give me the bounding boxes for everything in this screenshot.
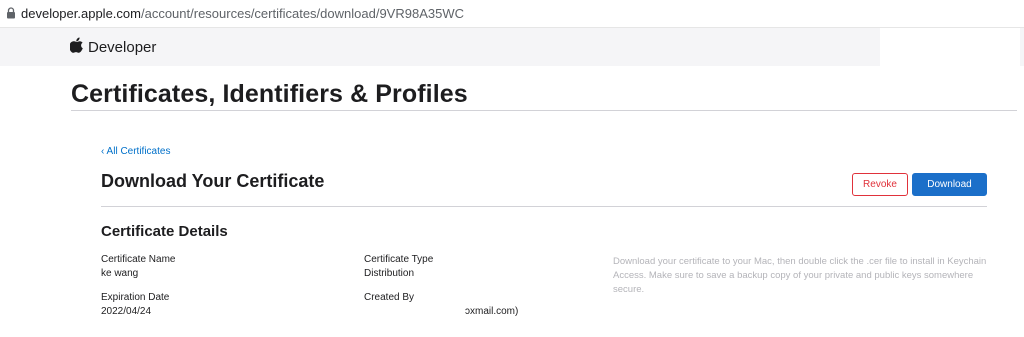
all-certificates-link[interactable]: ‹ All Certificates [101, 146, 170, 157]
certificate-details-heading: Certificate Details [101, 223, 228, 240]
expiration-date-value: 2022/04/24 [101, 306, 152, 317]
expiration-date-label: Expiration Date [101, 292, 170, 303]
section-divider [101, 206, 987, 207]
certificate-type-value: Distribution [364, 268, 415, 279]
header-blank-area [880, 28, 1020, 66]
certificate-name-label: Certificate Name [101, 254, 176, 265]
certificate-type-label: Certificate Type [364, 254, 434, 265]
url-text[interactable]: developer.apple.com/account/resources/ce… [21, 6, 464, 21]
download-button[interactable]: Download [912, 173, 987, 196]
developer-header: Developer [0, 28, 1024, 66]
browser-url-bar[interactable]: developer.apple.com/account/resources/ce… [0, 0, 1024, 28]
developer-brand[interactable]: Developer [88, 39, 156, 56]
download-help-text: Download your certificate to your Mac, t… [613, 256, 987, 295]
certificate-name-value: ke wang [101, 268, 139, 279]
url-host: developer.apple.com [21, 6, 141, 21]
revoke-button[interactable]: Revoke [852, 173, 908, 196]
download-certificate-heading: Download Your Certificate [101, 171, 325, 191]
title-divider [71, 110, 1017, 111]
page-title: Certificates, Identifiers & Profiles [71, 80, 468, 108]
lock-icon [7, 7, 15, 19]
apple-logo-icon[interactable] [70, 37, 84, 53]
url-path: /account/resources/certificates/download… [140, 6, 464, 21]
created-by-label: Created By [364, 292, 415, 303]
created-by-value: ɔxmail.com) [465, 306, 519, 317]
